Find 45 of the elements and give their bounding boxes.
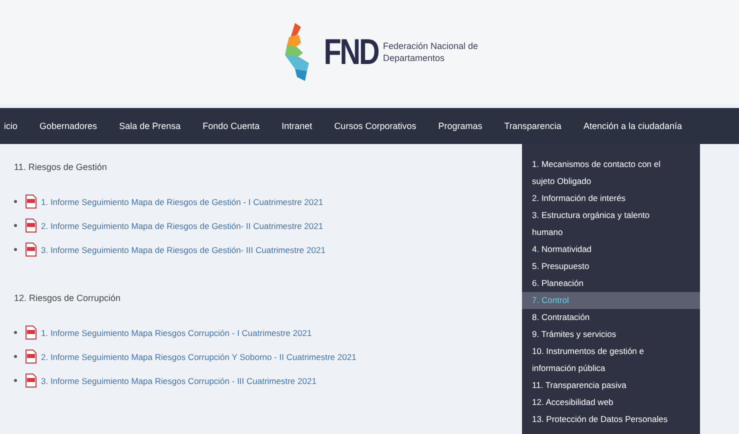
pdf-icon <box>25 349 37 364</box>
nav-link[interactable]: Intranet <box>282 121 312 131</box>
menu-item[interactable]: 7. Control <box>522 292 700 309</box>
pdf-icon <box>25 373 37 388</box>
menu-item[interactable]: 4. Normatividad <box>522 241 700 258</box>
document-link[interactable]: 1. Informe Seguimiento Mapa Riesgos Corrupción - I Cuatrimestre 2021 <box>41 328 312 338</box>
logo-subtitle: Departamentos <box>382 52 446 64</box>
bullet-icon <box>14 379 17 382</box>
menu-item[interactable]: 13. Protección de Datos Personales <box>522 411 700 428</box>
bullet-icon <box>14 200 17 203</box>
nav-link[interactable]: Cursos Corporativos <box>334 121 416 131</box>
menu-item[interactable]: 9. Trámites y servicios <box>522 326 700 343</box>
document-link[interactable]: 2. Informe Seguimiento Mapa Riesgos Corrupción Y Soborno - II Cuatrimestre 2021 <box>41 352 356 362</box>
bullet-icon <box>14 248 17 251</box>
pdf-icon <box>25 218 37 233</box>
menu-item[interactable]: 3. Estructura orgánica y talento humano <box>522 207 700 241</box>
document-link[interactable]: 2. Informe Seguimiento Mapa de Riesgos de Gestión- II Cuatrimestre 2021 <box>41 220 324 230</box>
bullet-icon <box>14 355 17 358</box>
nav-link[interactable]: Fondo Cuenta <box>202 121 260 131</box>
nav-link[interactable]: Sala de Prensa <box>119 121 181 131</box>
menu-item[interactable]: 10. Instrumentos de gestión e información pública <box>522 343 700 377</box>
section-title: 11. Riesgos de Gestión <box>14 162 107 172</box>
pdf-icon <box>25 325 37 340</box>
document-link[interactable]: 1. Informe Seguimiento Mapa de Riesgos de Gestión - I Cuatrimestre 2021 <box>41 196 324 206</box>
menu-item[interactable]: 11. Transparencia pasiva <box>522 377 700 394</box>
pdf-icon <box>25 242 37 257</box>
nav-link[interactable]: Transparencia <box>504 121 562 131</box>
logo-subtitle: Federación Nacional de <box>382 40 478 52</box>
document-link[interactable]: 3. Informe Seguimiento Mapa Riesgos Corrupción - III Cuatrimestre 2021 <box>41 376 316 386</box>
nav-link[interactable]: Programas <box>438 121 482 131</box>
pdf-icon <box>25 194 37 209</box>
menu-item[interactable]: 2. Información de interés <box>522 190 700 207</box>
logo-wordmark: FND <box>324 31 378 73</box>
document-link[interactable]: 3. Informe Seguimiento Mapa de Riesgos de Gestión- III Cuatrimestre 2021 <box>41 244 326 254</box>
section-title: 12. Riesgos de Corrupción <box>14 293 121 303</box>
menu-item[interactable]: 1. Mecanismos de contacto con el sujeto Obligado <box>522 156 700 190</box>
nav-link[interactable]: icio <box>4 121 18 131</box>
nav-link[interactable]: Atención a la ciudadanía <box>583 121 682 131</box>
menu-item[interactable]: 6. Planeación <box>522 275 700 292</box>
bullet-icon <box>14 331 17 334</box>
nav-link[interactable]: Gobernadores <box>40 121 98 131</box>
bullet-icon <box>14 224 17 227</box>
menu-item[interactable]: 12. Accesibilidad web <box>522 394 700 411</box>
menu-item[interactable]: 5. Presupuesto <box>522 258 700 275</box>
menu-item[interactable]: 8. Contratación <box>522 309 700 326</box>
